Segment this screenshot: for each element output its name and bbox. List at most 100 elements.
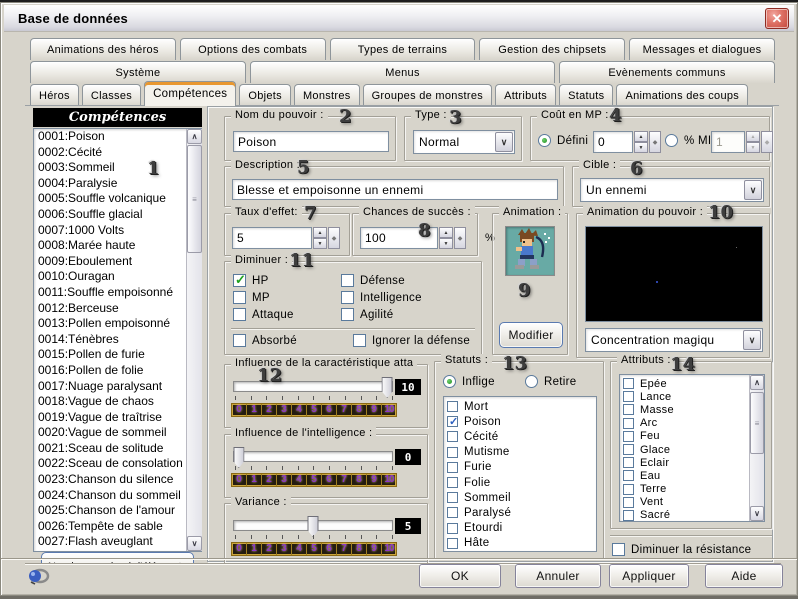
list-item[interactable]: 0017:Nuage paralysant [34,379,185,395]
description-input[interactable] [232,179,558,200]
checkbox[interactable] [341,308,354,321]
intelligence-influence-slider[interactable] [233,447,393,468]
status-checkbox-row[interactable]: Furie [447,460,596,475]
checkbox[interactable] [623,470,634,482]
scroll-down-icon[interactable]: ∨ [750,506,764,521]
list-item[interactable]: 0008:Marée haute [34,238,185,254]
cible-dropdown[interactable]: Un ennemi ∨ [580,178,764,202]
list-item[interactable]: 0024:Chanson du sommeil [34,488,185,504]
checkbox[interactable] [447,477,458,489]
chances-spinner[interactable]: ▲▼ ◆ [360,227,466,249]
checkbox[interactable] [447,431,458,443]
checkbox[interactable] [623,404,634,416]
spin-down-icon[interactable]: ▼ [439,238,453,249]
nom-input[interactable] [233,131,389,152]
tab[interactable]: Animations des coups [616,84,749,106]
animation-dropdown[interactable]: Concentration magiqu ∨ [585,328,763,352]
checkbox[interactable] [447,507,458,519]
checkbox[interactable] [623,430,634,442]
tab[interactable]: Options des combats [179,38,326,60]
tab[interactable]: Monstres [293,84,360,106]
list-item[interactable]: 0010:Ouragan [34,269,185,285]
ok-button[interactable]: OK [419,564,501,588]
status-checkbox-row[interactable]: Mutisme [447,445,596,460]
checkbox-row[interactable]: Ignorer la défense [352,334,470,347]
checkbox[interactable] [623,378,634,390]
tab[interactable]: Messages et dialogues [629,38,775,60]
list-item[interactable]: 0016:Pollen de folie [34,363,185,379]
spin-down-icon[interactable]: ▼ [634,142,648,153]
checkbox[interactable] [233,272,246,288]
list-item[interactable]: 0002:Cécité [34,145,185,161]
status-checkbox-row[interactable]: Poison [447,414,596,429]
type-dropdown[interactable]: Normal ∨ [413,130,515,154]
radio-icon[interactable] [665,134,678,147]
modifier-button[interactable]: Modifier [499,322,563,348]
attribute-checkbox-row[interactable]: Terre [623,483,748,496]
radio-pct-mi[interactable]: % MI [665,134,711,147]
checkbox[interactable] [447,401,458,413]
attribute-checkbox-row[interactable]: Eau [623,469,748,482]
slider-thumb[interactable] [233,447,245,468]
list-item[interactable]: 0009:Eboulement [34,254,185,270]
attribute-checkbox-row[interactable]: Glace [623,443,748,456]
tab[interactable]: Objets [239,84,291,106]
list-item[interactable]: 0020:Vague de sommeil [34,425,185,441]
status-checkbox-row[interactable]: Etourdi [447,521,596,536]
status-checkbox-row[interactable]: Folie [447,475,596,490]
checkbox[interactable] [623,496,634,508]
scrollbar-thumb[interactable]: ≡ [187,145,202,253]
attribute-checkbox-row[interactable]: Epée [623,377,748,390]
variance-slider[interactable] [233,516,393,537]
scroll-up-icon[interactable]: ∧ [187,129,202,144]
skill-list-scrollbar[interactable]: ∧ ≡ ∨ [186,129,202,551]
tab[interactable]: Système [30,61,246,83]
spin-extra-icon[interactable]: ◆ [328,227,340,249]
attack-influence-slider[interactable] [233,377,393,398]
spin-extra-icon[interactable]: ◆ [649,131,661,153]
checkbox[interactable] [233,291,246,304]
attribute-checkbox-row[interactable]: Vent [623,496,748,509]
attributs-list[interactable]: Epée Lance Masse Arc Feu Glace Eclair Eau Terre V… [619,374,765,522]
attribute-checkbox-row[interactable]: Feu [623,430,748,443]
checkbox-row[interactable]: Agilité [341,308,422,321]
attribute-checkbox-row[interactable]: Sacré [623,509,748,521]
checkbox[interactable] [352,334,366,347]
list-item[interactable]: 0026:Tempête de sable [34,519,185,535]
checkbox[interactable] [612,543,625,556]
checkbox[interactable] [623,391,634,403]
list-item[interactable]: 0025:Chanson de l'amour [34,503,185,519]
tab[interactable]: Classes [81,84,142,106]
list-item[interactable]: 0022:Sceau de consolation [34,456,185,472]
list-item[interactable]: 0018:Vague de chaos [34,394,185,410]
checkbox[interactable] [447,461,458,473]
scroll-down-icon[interactable]: ∨ [187,536,202,551]
skill-list[interactable]: 0001:Poison 0002:Cécité 0003:Sommeil 0004:P… [33,128,202,552]
tab[interactable]: Groupes de monstres [362,84,493,106]
chevron-down-icon[interactable]: ∨ [744,180,762,200]
checkbox[interactable] [447,446,458,458]
tab[interactable]: Menus [249,61,556,83]
checkbox-row[interactable]: Absorbé [233,334,297,347]
status-checkbox-row[interactable]: Hâte [447,536,596,551]
status-checkbox-row[interactable]: Cécité [447,429,596,444]
status-checkbox-row[interactable]: Mort [447,399,596,414]
radio-inflige[interactable]: Inflige [443,375,495,388]
defini-value[interactable] [593,131,633,153]
attribute-checkbox-row[interactable]: Lance [623,390,748,403]
spin-extra-icon[interactable]: ◆ [454,227,466,249]
list-item[interactable]: 0004:Paralysie [34,176,185,192]
tab[interactable]: Gestion des chipsets [479,38,626,60]
list-item[interactable]: 0006:Souffle glacial [34,207,185,223]
list-item[interactable]: 0013:Pollen empoisonné [34,316,185,332]
radio-retire[interactable]: Retire [525,375,576,388]
checkbox[interactable] [447,537,458,549]
checkbox[interactable] [447,415,459,428]
spin-up-icon[interactable]: ▲ [313,227,327,238]
list-item[interactable]: 0014:Ténèbres [34,332,185,348]
checkbox[interactable] [623,417,634,429]
list-item[interactable]: 0019:Vague de traîtrise [34,410,185,426]
taux-value[interactable] [232,227,312,249]
spin-up-icon[interactable]: ▲ [439,227,453,238]
slider-thumb[interactable] [381,377,393,398]
